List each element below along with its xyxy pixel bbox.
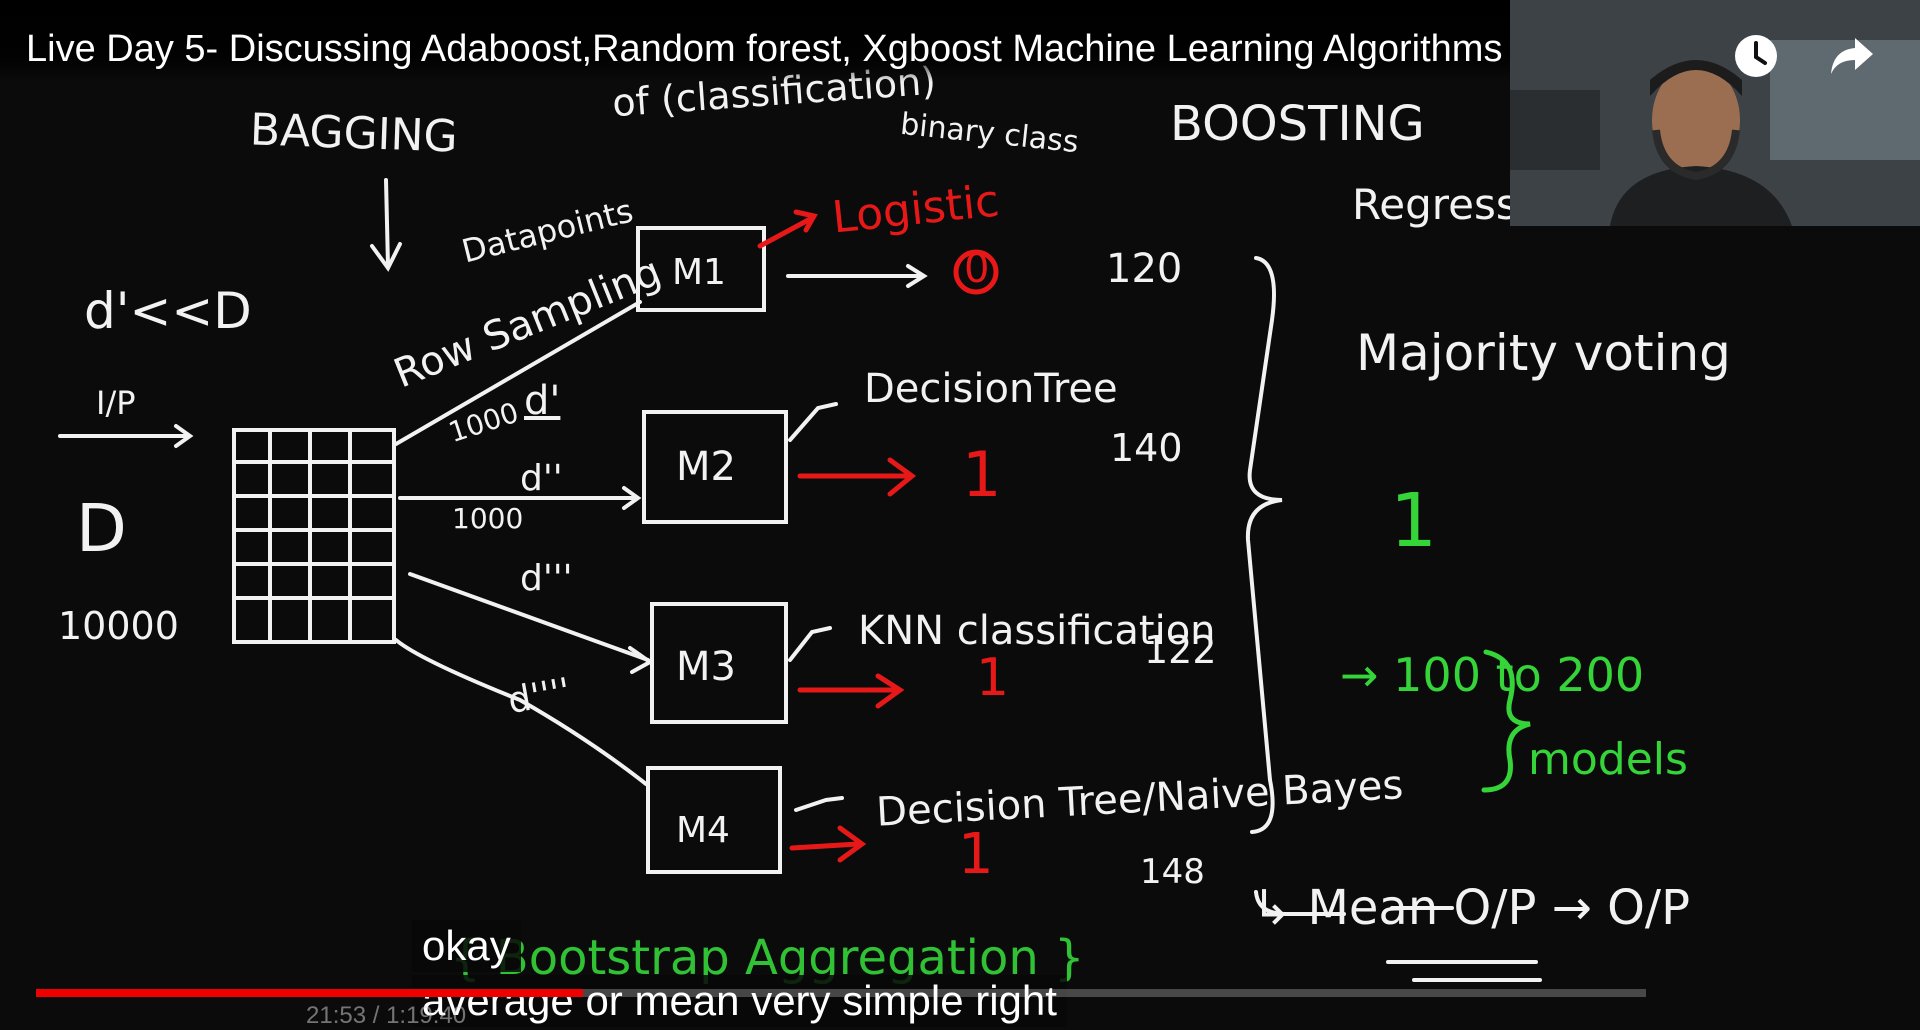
models-word: models — [1528, 734, 1688, 785]
majority-voting-label: Majority voting — [1356, 324, 1731, 382]
value-122: 122 — [1144, 628, 1217, 672]
progress-played — [36, 989, 584, 997]
model-m1-label: M1 — [672, 252, 726, 293]
sample-count-2: 1000 — [452, 502, 524, 535]
player-controls: 21:53 / 1:19:40 — [0, 980, 1920, 1029]
progress-bar[interactable] — [36, 989, 1646, 997]
sample-d3: d''' — [520, 558, 573, 599]
share-button[interactable] — [1824, 28, 1880, 84]
model-m2-label: M2 — [676, 444, 736, 490]
caption-line-1: okay — [412, 920, 521, 972]
video-title[interactable]: Live Day 5- Discussing Adaboost,Random f… — [26, 28, 1502, 71]
video-player[interactable]: BAGGING of (classification) binary class… — [0, 0, 1920, 1029]
sample-d1: d' — [524, 378, 561, 424]
model-m3-label: M3 — [676, 644, 736, 690]
output-2: 1 — [962, 438, 1002, 511]
model-m4-label: M4 — [676, 810, 730, 851]
majority-result: 1 — [1390, 478, 1438, 564]
value-120: 120 — [1106, 246, 1183, 292]
clock-icon — [1735, 35, 1777, 77]
mean-op-label: ↳ Mean O/P → O/P — [1252, 880, 1691, 936]
models-range: → 100 to 200 — [1340, 648, 1645, 702]
output-1: 0 — [964, 246, 990, 292]
decision-tree-label: DecisionTree — [864, 366, 1118, 412]
input-label: I/P — [96, 384, 136, 422]
title-bar: Live Day 5- Discussing Adaboost,Random f… — [0, 0, 1510, 82]
output-4: 1 — [958, 822, 994, 887]
top-controls — [1728, 28, 1880, 84]
time-display: 21:53 / 1:19:40 — [306, 1002, 467, 1029]
dataset-count: 10000 — [58, 604, 179, 648]
bagging-heading: BAGGING — [249, 104, 459, 163]
boosting-heading: BOOSTING — [1170, 96, 1425, 152]
share-arrow-icon — [1831, 38, 1873, 74]
dataset-label: D — [76, 490, 127, 567]
value-140: 140 — [1110, 426, 1183, 470]
d-prime-note: d'<<D — [84, 282, 252, 340]
watch-later-button[interactable] — [1728, 28, 1784, 84]
output-3: 1 — [976, 648, 1010, 708]
sample-d2: d'' — [520, 458, 563, 499]
value-148: 148 — [1140, 852, 1205, 892]
